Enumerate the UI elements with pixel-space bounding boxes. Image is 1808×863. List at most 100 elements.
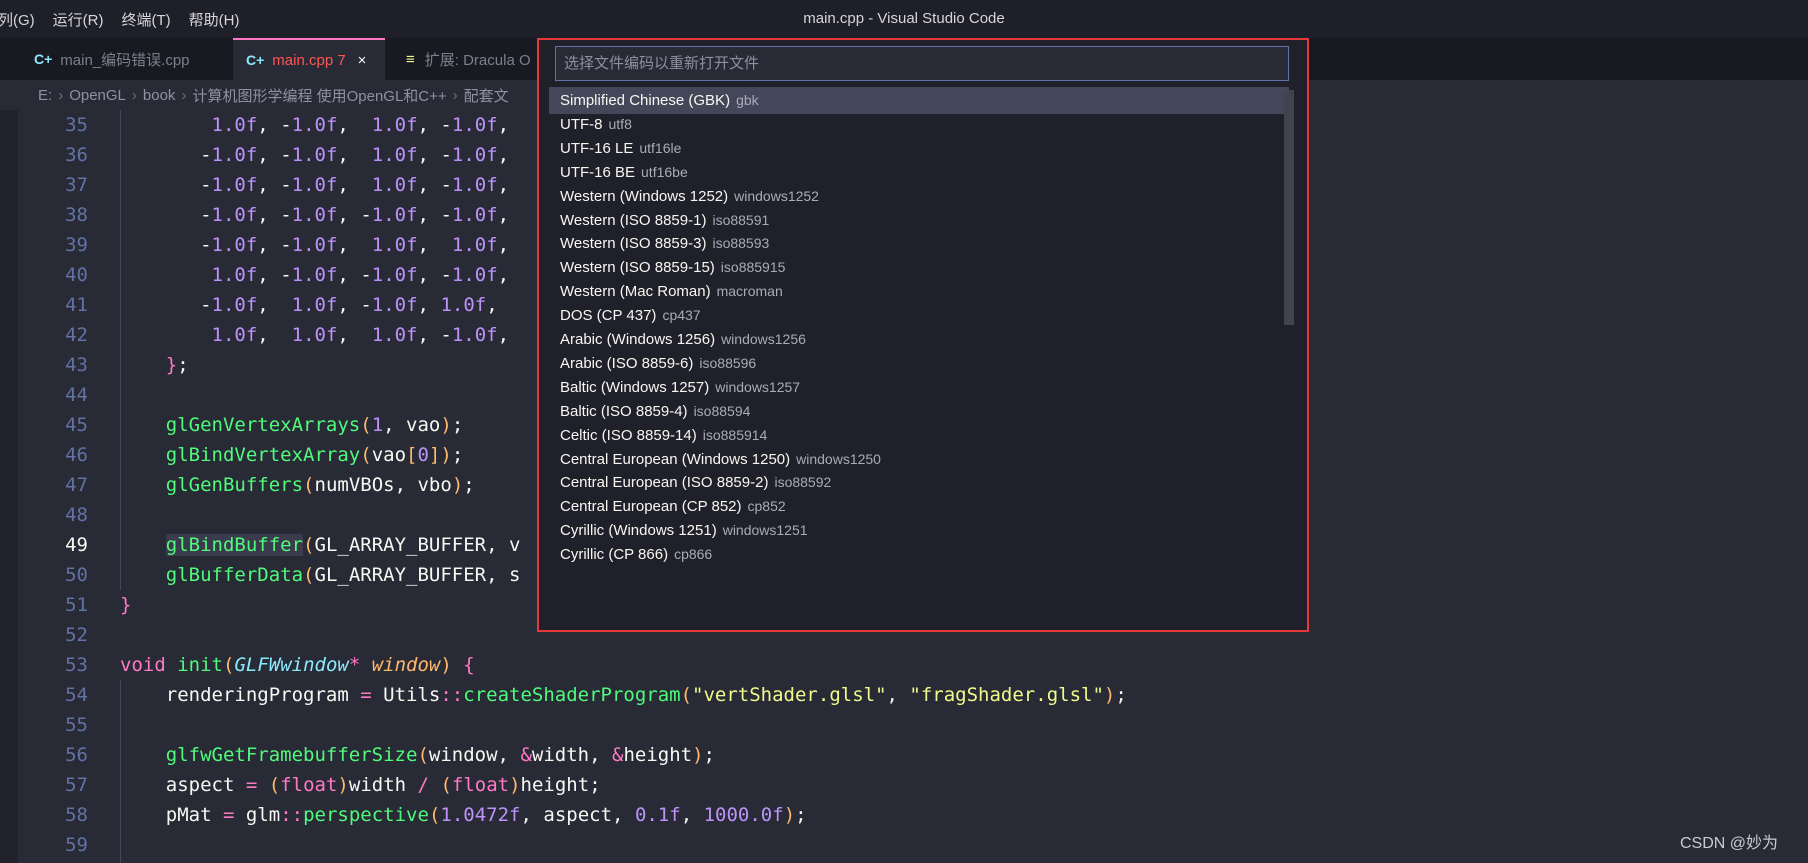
encoding-id: iso88594	[693, 402, 751, 419]
encoding-id: cp852	[747, 498, 786, 515]
code-line: glGenBuffers(numVBOs, vbo);	[165, 474, 475, 496]
encoding-id: utf16le	[639, 139, 682, 156]
encoding-label: DOS (CP 437)	[560, 307, 657, 325]
encoding-label: UTF-16 LE	[560, 139, 634, 157]
encoding-label: Western (ISO 8859-1)	[560, 211, 707, 229]
line-number-current: 49	[65, 534, 88, 556]
code-line: glBufferData(GL_ARRAY_BUFFER, s	[165, 564, 521, 586]
line-number: 37	[65, 174, 88, 196]
tab-label: 扩展: Dracula O	[424, 51, 531, 69]
encoding-search-input[interactable]: 选择文件编码以重新打开文件	[555, 46, 1289, 81]
encoding-id: macroman	[716, 283, 783, 300]
encoding-list: Simplified Chinese (GBK) gbk UTF-8 utf8 UTF-…	[549, 87, 1291, 627]
line-number: 52	[65, 624, 88, 646]
encoding-id: utf16be	[641, 163, 688, 180]
watermark: CSDN @妙为	[1680, 835, 1779, 852]
line-number: 53	[65, 654, 88, 676]
encoding-id: utf8	[608, 115, 632, 132]
tab-main-encoding-error[interactable]: C+ main_编码错误.cpp	[20, 38, 246, 80]
line-number: 59	[65, 834, 88, 856]
tab-main-cpp[interactable]: C+ main.cpp 7 ×	[233, 38, 385, 80]
encoding-option[interactable]: Cyrillic (CP 866) cp866	[549, 541, 1289, 568]
line-number: 35	[65, 114, 88, 136]
encoding-label: Western (ISO 8859-15)	[560, 259, 715, 277]
line-number: 38	[65, 204, 88, 226]
breadcrumb-item[interactable]: E:	[38, 87, 52, 104]
encoding-id: gbk	[736, 92, 759, 108]
breadcrumb-item[interactable]: OpenGL	[69, 87, 126, 104]
encoding-label: Baltic (ISO 8859-4)	[560, 402, 688, 420]
line-number: 55	[65, 714, 88, 736]
encoding-label: Cyrillic (CP 866)	[560, 546, 669, 564]
encoding-id: cp866	[674, 546, 713, 563]
chevron-right-icon: ›	[452, 86, 458, 104]
code-line: -1.0f, -1.0f, 1.0f, 1.0f,	[200, 234, 510, 256]
title-bar: 列(G) 运行(R) 终端(T) 帮助(H) main.cpp - Visual…	[0, 0, 1808, 38]
scrollbar-thumb[interactable]	[1284, 90, 1294, 325]
line-number-gutter: 35 36 37 38 39 40 41 42 43 44 45 46 47 4…	[18, 110, 88, 863]
code-line: aspect = (float)width / (float)height;	[165, 774, 601, 796]
code-line: renderingProgram = Utils::createShaderPr…	[165, 684, 1127, 706]
code-line: 1.0f, -1.0f, -1.0f, -1.0f,	[211, 264, 510, 286]
line-number: 46	[65, 444, 88, 466]
encoding-id: cp437	[662, 307, 701, 324]
encoding-id: windows1256	[721, 331, 806, 347]
line-number: 41	[65, 294, 88, 316]
line-number: 47	[65, 474, 88, 496]
encoding-quick-pick: 选择文件编码以重新打开文件 Simplified Chinese (GBK) gb…	[537, 38, 1309, 632]
cpp-file-icon: C+	[246, 52, 265, 68]
line-number: 43	[65, 354, 88, 376]
line-number: 57	[65, 774, 88, 796]
code-line: 1.0f, -1.0f, 1.0f, -1.0f,	[211, 114, 510, 136]
encoding-label: Arabic (Windows 1256)	[560, 331, 716, 348]
encoding-label: UTF-8	[560, 115, 603, 133]
encoding-id: iso885914	[702, 426, 768, 443]
code-line: 1.0f, 1.0f, 1.0f, -1.0f,	[211, 324, 510, 346]
encoding-id: iso88591	[712, 211, 770, 228]
code-line: -1.0f, -1.0f, 1.0f, -1.0f,	[200, 144, 510, 166]
encoding-id: iso88592	[774, 474, 832, 491]
line-number: 50	[65, 564, 88, 586]
breadcrumb-item[interactable]: book	[143, 87, 176, 104]
code-line: -1.0f, 1.0f, -1.0f, 1.0f,	[200, 294, 498, 316]
encoding-label: Celtic (ISO 8859-14)	[560, 426, 697, 444]
code-line: void init(GLFWwindow* window) {	[120, 654, 475, 676]
line-number: 40	[65, 264, 88, 286]
breadcrumb-item[interactable]: 配套文	[464, 85, 509, 106]
encoding-id: iso88596	[699, 354, 757, 371]
line-number: 56	[65, 744, 88, 766]
code-line: glfwGetFramebufferSize(window, &width, &…	[165, 744, 715, 766]
line-number: 51	[65, 594, 88, 616]
encoding-label: Cyrillic (Windows 1251)	[560, 522, 717, 540]
cpp-file-icon: C+	[34, 51, 53, 67]
line-number: 45	[65, 414, 88, 436]
code-line: glBindVertexArray(vao[0]);	[165, 444, 464, 466]
activity-strip	[0, 110, 18, 863]
line-number: 42	[65, 324, 88, 346]
encoding-label: Simplified Chinese (GBK)	[560, 92, 731, 109]
encoding-id: iso885915	[720, 259, 786, 276]
line-number: 44	[65, 384, 88, 406]
line-number: 54	[65, 684, 88, 706]
encoding-label: Western (Windows 1252)	[560, 187, 729, 205]
tab-extension-dracula[interactable]: ≡ 扩展: Dracula O	[388, 38, 556, 80]
tab-label: main.cpp 7	[272, 51, 346, 69]
encoding-id: windows1251	[722, 522, 808, 539]
code-line: }	[120, 594, 132, 616]
encoding-id: windows1252	[734, 187, 819, 204]
encoding-label: Central European (Windows 1250)	[560, 450, 791, 468]
tab-label: main_编码错误.cpp	[60, 51, 190, 69]
encoding-label: Central European (CP 852)	[560, 498, 742, 516]
encoding-label: Central European (ISO 8859-2)	[560, 474, 769, 492]
close-icon[interactable]: ×	[358, 52, 367, 69]
encoding-label: UTF-16 BE	[560, 163, 636, 181]
chevron-right-icon: ›	[181, 86, 187, 104]
code-line: -1.0f, -1.0f, 1.0f, -1.0f,	[200, 174, 510, 196]
breadcrumb-item[interactable]: 计算机图形学编程 使用OpenGL和C++	[192, 85, 446, 106]
encoding-id: windows1257	[715, 378, 801, 395]
encoding-id: windows1250	[796, 450, 881, 467]
encoding-label: Arabic (ISO 8859-6)	[560, 354, 694, 372]
encoding-label: Western (ISO 8859-3)	[560, 235, 707, 253]
code-line: };	[165, 354, 189, 376]
encoding-label: Western (Mac Roman)	[560, 283, 711, 301]
